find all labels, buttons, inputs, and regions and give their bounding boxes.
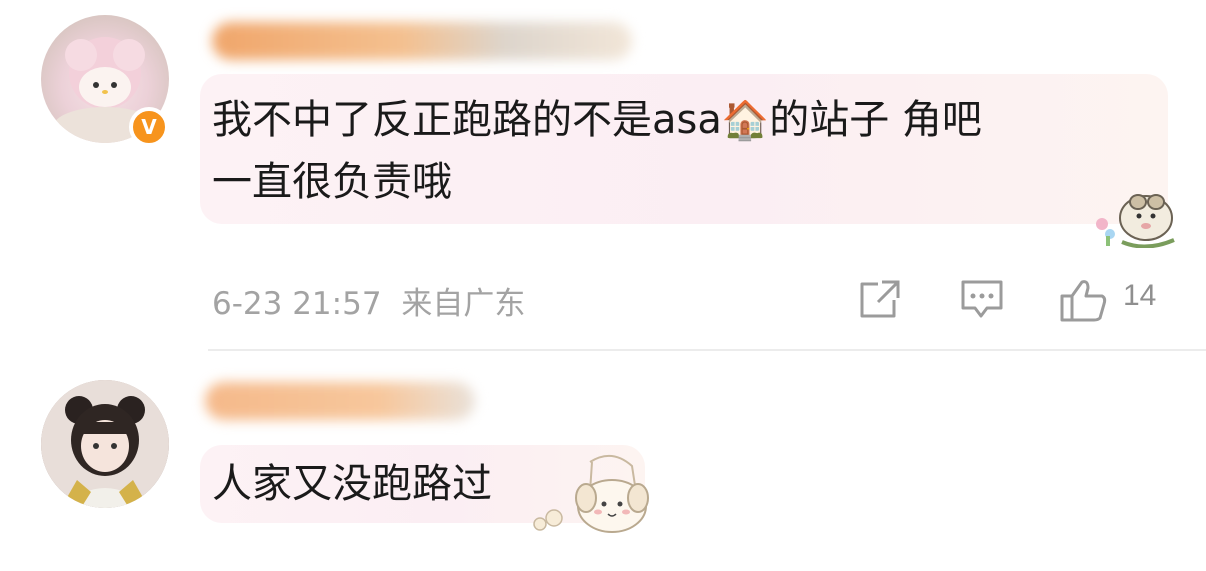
like-count: 14 [1123,279,1157,312]
avatar-image [41,380,169,508]
verified-badge-icon: V [129,107,169,147]
comment-text: 我不中了反正跑路的不是asa🏠的站子 角吧 一直很负责哦 [212,89,1152,213]
comment-meta: 6-23 21:57 来自广东 [212,278,525,323]
share-icon[interactable] [858,278,902,320]
comment-time: 6-23 21:57 [212,286,382,322]
comment-list: V 我不中了反正跑路的不是asa🏠的站子 角吧 一直很负责哦 6-23 21:5… [0,0,1206,571]
user-avatar[interactable] [41,380,169,508]
username-blurred[interactable] [212,22,632,60]
thumbs-up-icon[interactable] [1058,278,1108,322]
comment-location: 来自广东 [401,286,526,322]
comment-text-line1-tail: 的站子 角吧 [769,97,982,143]
comment-text-line2: 一直很负责哦 [212,159,452,205]
comment-text-line1: 人家又没跑路过 [212,461,492,507]
comment-icon[interactable] [959,278,1005,320]
comment-text-line1: 我不中了反正跑路的不是asa [212,97,722,143]
hamster-sticker-icon [1096,194,1175,248]
username-blurred[interactable] [205,382,475,420]
puppy-sticker-icon [533,455,649,533]
comment-divider [208,349,1206,351]
house-emoji-icon: 🏠 [721,98,770,142]
